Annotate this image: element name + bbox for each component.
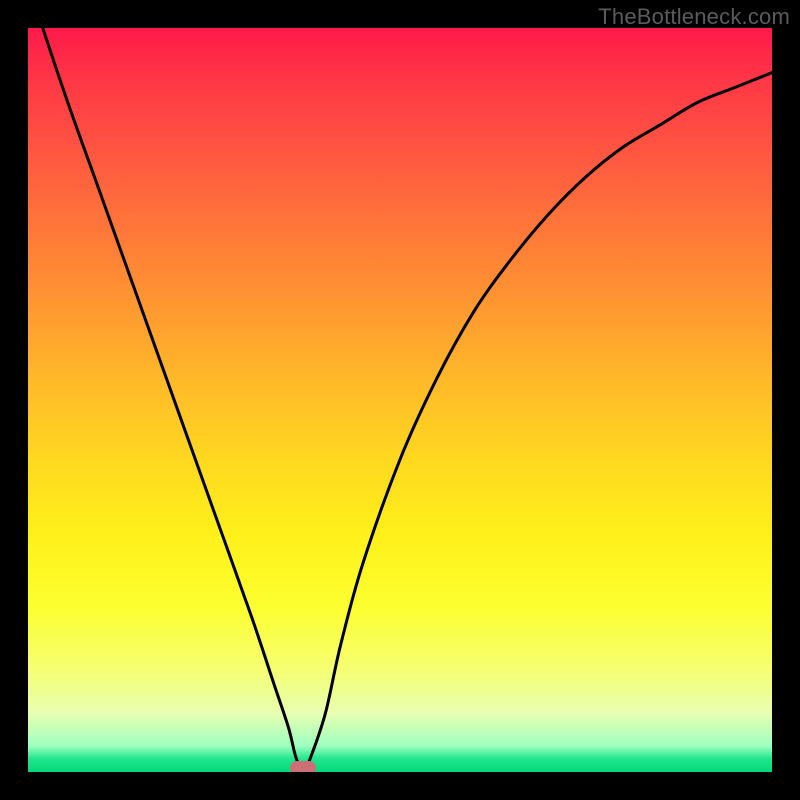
bottleneck-curve bbox=[28, 28, 772, 772]
watermark-text: TheBottleneck.com bbox=[598, 4, 790, 30]
plot-area bbox=[28, 28, 772, 772]
optimal-point-marker bbox=[290, 761, 316, 772]
chart-frame: TheBottleneck.com bbox=[0, 0, 800, 800]
